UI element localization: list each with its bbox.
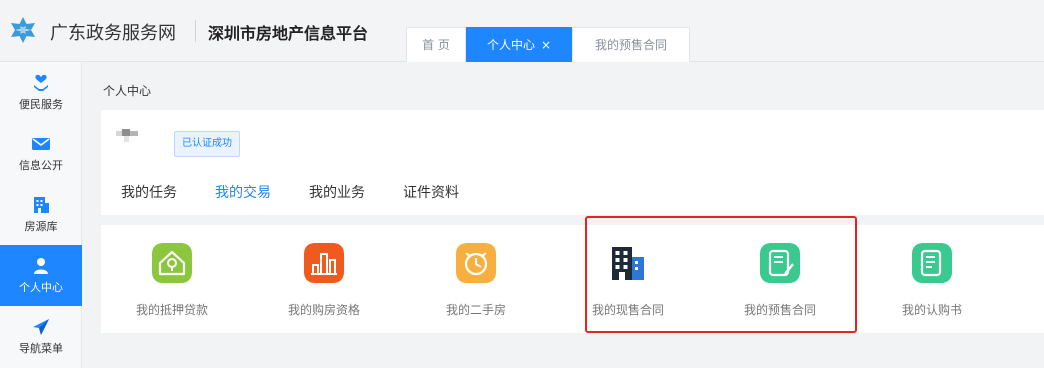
sidebar-item-housing[interactable]: 房源库 (0, 184, 82, 245)
person-icon (34, 258, 48, 274)
service-label: 我的现售合同 (591, 303, 664, 317)
close-icon[interactable]: × (541, 38, 551, 52)
mail-icon (32, 138, 50, 150)
tab-presale-contract[interactable]: 我的预售合同 (572, 27, 690, 62)
header-divider (195, 20, 196, 42)
tab-home[interactable]: 首 页 (406, 27, 466, 62)
service-label: 我的二手房 (445, 303, 506, 317)
house-location-icon (152, 243, 192, 283)
tab-my-transactions[interactable]: 我的交易 (215, 182, 271, 202)
tab-label: 首 页 (422, 38, 450, 52)
service-label: 我的预售合同 (743, 303, 816, 317)
sidebar-item-label: 信息公开 (19, 159, 63, 172)
sidebar-item-label: 便民服务 (19, 98, 63, 111)
tab-my-tasks[interactable]: 我的任务 (121, 182, 177, 202)
service-current-sale-contract[interactable]: 我的现售合同 (568, 243, 688, 323)
heart-hand-icon (34, 74, 48, 91)
page-tabs: 首 页 个人中心 × 我的预售合同 (406, 27, 690, 62)
service-presale-contract[interactable]: 我的预售合同 (720, 243, 840, 323)
send-icon (33, 319, 49, 335)
tab-label: 个人中心 (486, 38, 535, 52)
main-content: 个人中心 已认证成功 我的任务 我的交易 我的业务 证件资料 我的抵押贷款 我的… (83, 62, 1044, 368)
sidebar-item-info[interactable]: 信息公开 (0, 123, 82, 184)
tab-personal-center[interactable]: 个人中心 × (466, 27, 572, 62)
sidebar-item-label: 房源库 (24, 220, 58, 233)
service-label: 我的抵押贷款 (135, 303, 208, 317)
section-divider (101, 215, 1044, 225)
sidebar-item-label: 个人中心 (19, 281, 63, 294)
service-mortgage[interactable]: 我的抵押贷款 (112, 243, 232, 323)
platform-name: 深圳市房地产信息平台 (208, 24, 369, 43)
sidebar-item-label: 导航菜单 (19, 342, 63, 355)
office-building-icon (612, 247, 644, 280)
snowflake-logo-icon[interactable] (8, 15, 38, 45)
building-chart-icon (304, 243, 344, 283)
sidebar-item-navigation[interactable]: 导航菜单 (0, 306, 82, 367)
document-edit-icon (912, 243, 952, 283)
contract-edit-icon (760, 243, 800, 283)
service-grid: 我的抵押贷款 我的购房资格 我的二手房 我的现售合同 我的预售合同 我的认购书 (101, 225, 1044, 333)
service-purchase-qualification[interactable]: 我的购房资格 (264, 243, 384, 323)
avatar (116, 129, 138, 142)
sidebar-item-personal-center[interactable]: 个人中心 (0, 245, 82, 306)
house-clock-icon (456, 243, 496, 283)
tab-documents[interactable]: 证件资料 (403, 182, 459, 202)
tab-label: 我的预售合同 (594, 38, 667, 52)
tab-my-business[interactable]: 我的业务 (309, 182, 365, 202)
status-badge: 已认证成功 (174, 131, 240, 157)
service-label: 我的认购书 (901, 303, 962, 317)
sidebar: 便民服务 信息公开 房源库 个人中心 导航菜单 (0, 62, 82, 368)
breadcrumb: 个人中心 (103, 84, 152, 98)
sidebar-item-convenience[interactable]: 便民服务 (0, 62, 82, 123)
top-header: 广东政务服务网 深圳市房地产信息平台 首 页 个人中心 × 我的预售合同 (0, 0, 1044, 62)
service-subscription-letter[interactable]: 我的认购书 (872, 243, 992, 323)
building-icon (34, 197, 49, 213)
site-name[interactable]: 广东政务服务网 (50, 19, 176, 45)
service-label: 我的购房资格 (287, 303, 360, 317)
service-second-hand-house[interactable]: 我的二手房 (416, 243, 536, 323)
